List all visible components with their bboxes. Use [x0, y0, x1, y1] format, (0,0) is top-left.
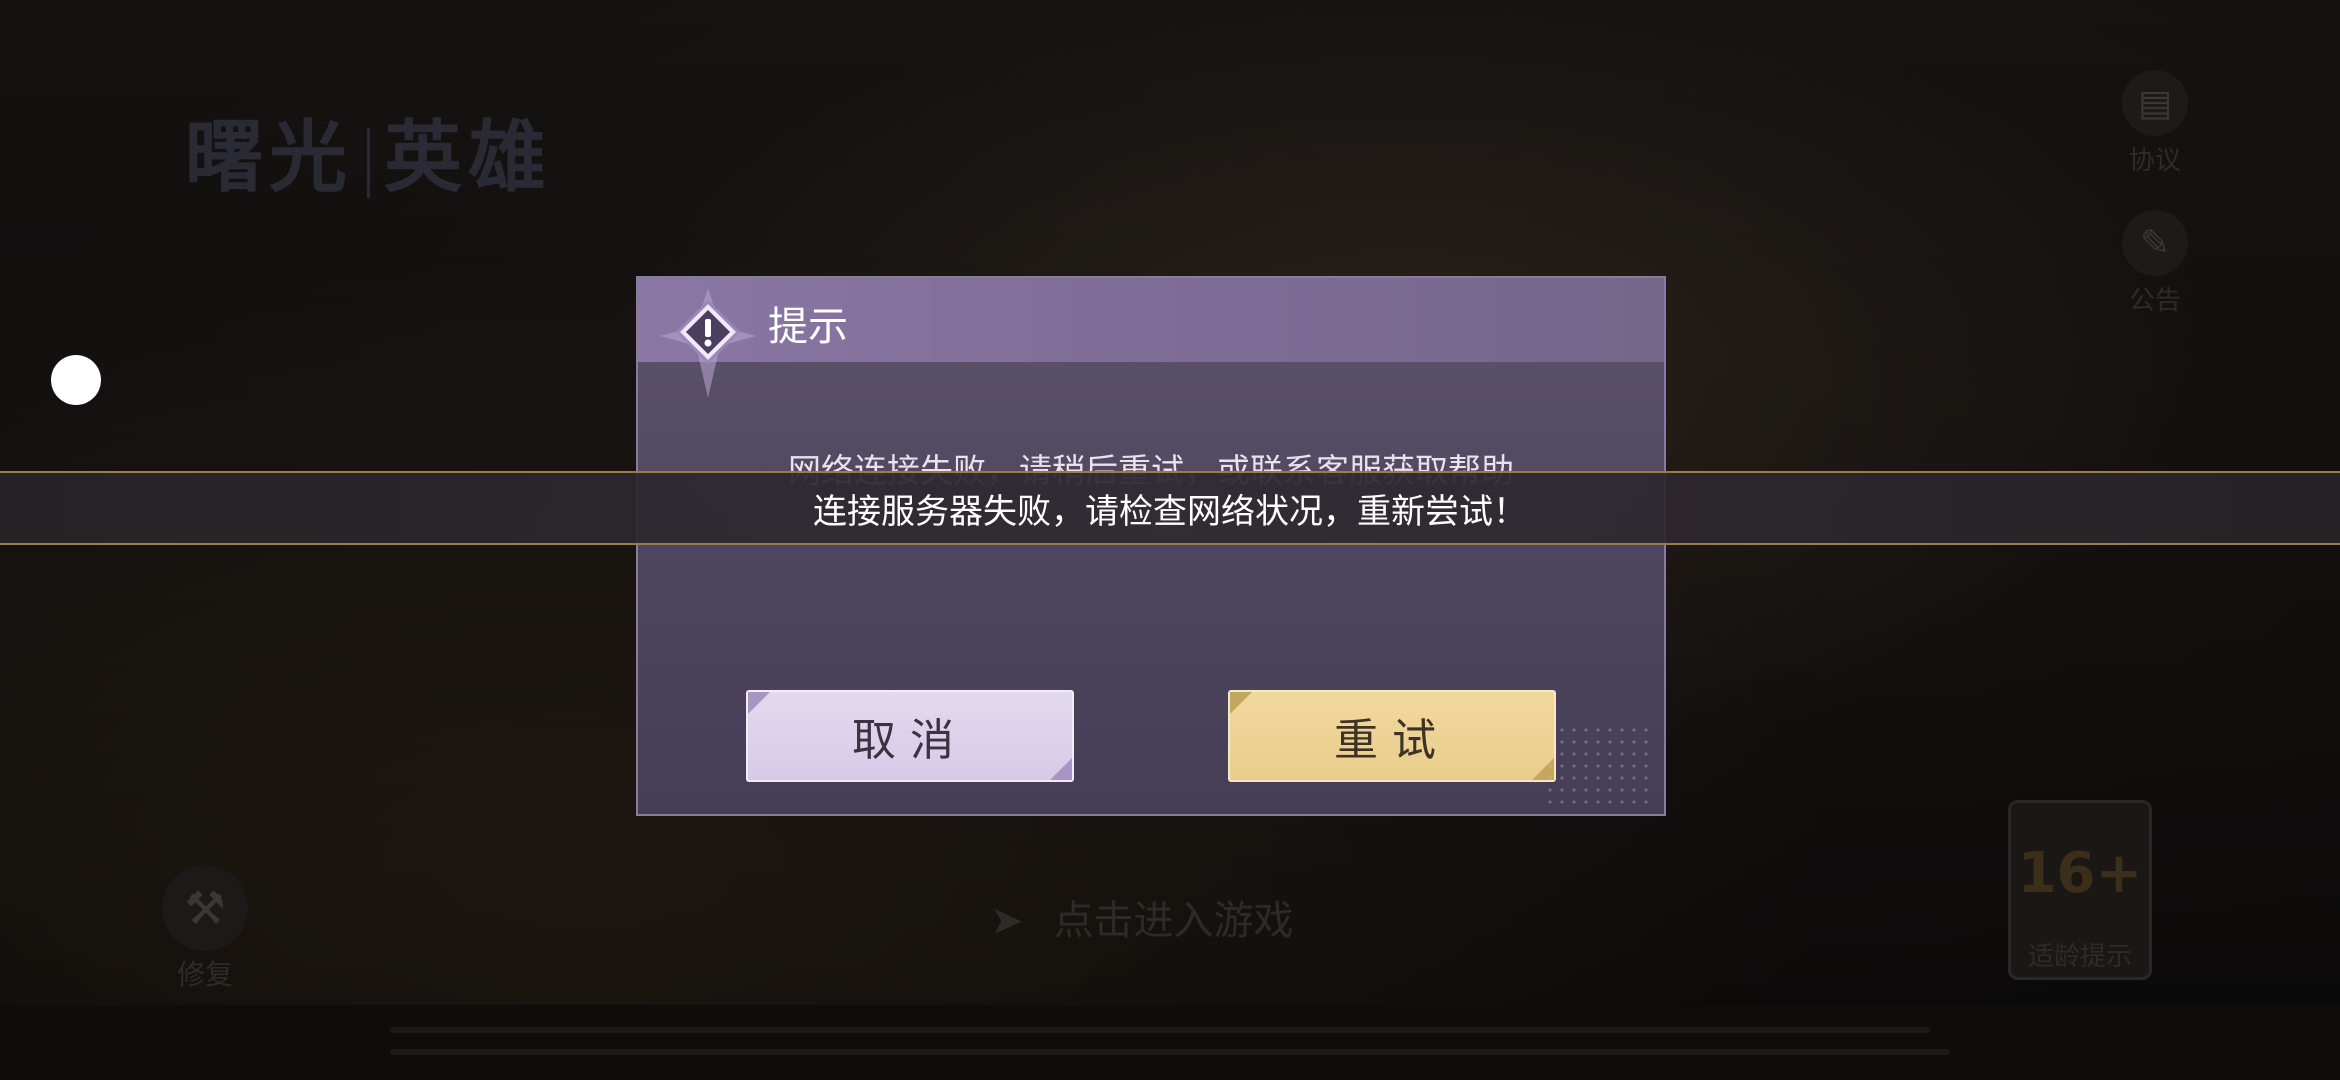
age-rating-badge[interactable]: 16+ 适龄提示: [2008, 800, 2152, 980]
chevron-right-icon: ➤: [990, 898, 1024, 944]
game-logo: 曙光 英雄: [185, 95, 552, 207]
dialog-title: 提示: [768, 304, 848, 350]
document-icon: ▤: [2122, 70, 2188, 136]
game-logo-right: 英雄: [384, 113, 553, 203]
wrench-icon: ⚒: [162, 865, 248, 951]
button-corner-decoration: [1230, 692, 1252, 714]
cancel-button-label: 取消: [852, 715, 968, 766]
floating-assist-button[interactable]: [51, 355, 101, 405]
warning-icon: [660, 288, 756, 398]
age-rating-label: 适龄提示: [2027, 942, 2132, 972]
cancel-button[interactable]: 取消: [746, 690, 1074, 782]
toast-message: 连接服务器失败，请检查网络状况，重新尝试！: [813, 491, 1527, 532]
repair-label: 修复: [176, 958, 233, 991]
agreement-label: 协议: [2128, 146, 2181, 176]
logo-divider: [367, 127, 371, 198]
repair-button[interactable]: ⚒ 修复: [160, 865, 250, 993]
megaphone-icon: ✎: [2122, 210, 2188, 276]
enter-game-label: 点击进入游戏: [1053, 898, 1294, 944]
connection-error-toast: 连接服务器失败，请检查网络状况，重新尝试！: [0, 471, 2340, 545]
enter-game-button[interactable]: ➤ 点击进入游戏: [990, 888, 1294, 946]
game-login-screen: 曙光 英雄 ▤ 协议 ✎ 公告 ⚒ 修复 ➤ 点击进入游戏 16+ 适龄提示 提示: [0, 0, 2340, 1080]
agreement-button[interactable]: ▤ 协议: [2120, 70, 2190, 177]
button-corner-decoration: [748, 692, 770, 714]
age-rating-number: 16+: [2017, 841, 2143, 906]
button-corner-decoration: [1050, 758, 1072, 780]
retry-button[interactable]: 重试: [1228, 690, 1556, 782]
notice-button[interactable]: ✎ 公告: [2120, 210, 2190, 317]
network-error-dialog: 提示 网络连接失败，请稍后重试，或联系客服获取帮助 取消 重试: [636, 276, 1666, 816]
dialog-dot-decoration: [1544, 724, 1654, 804]
footer-text-line: [390, 1027, 1930, 1033]
notice-label: 公告: [2128, 286, 2181, 316]
footer-strip: [0, 1005, 2340, 1080]
game-logo-left: 曙光: [185, 113, 354, 203]
footer-text-line: [390, 1049, 1950, 1055]
retry-button-label: 重试: [1334, 715, 1450, 766]
